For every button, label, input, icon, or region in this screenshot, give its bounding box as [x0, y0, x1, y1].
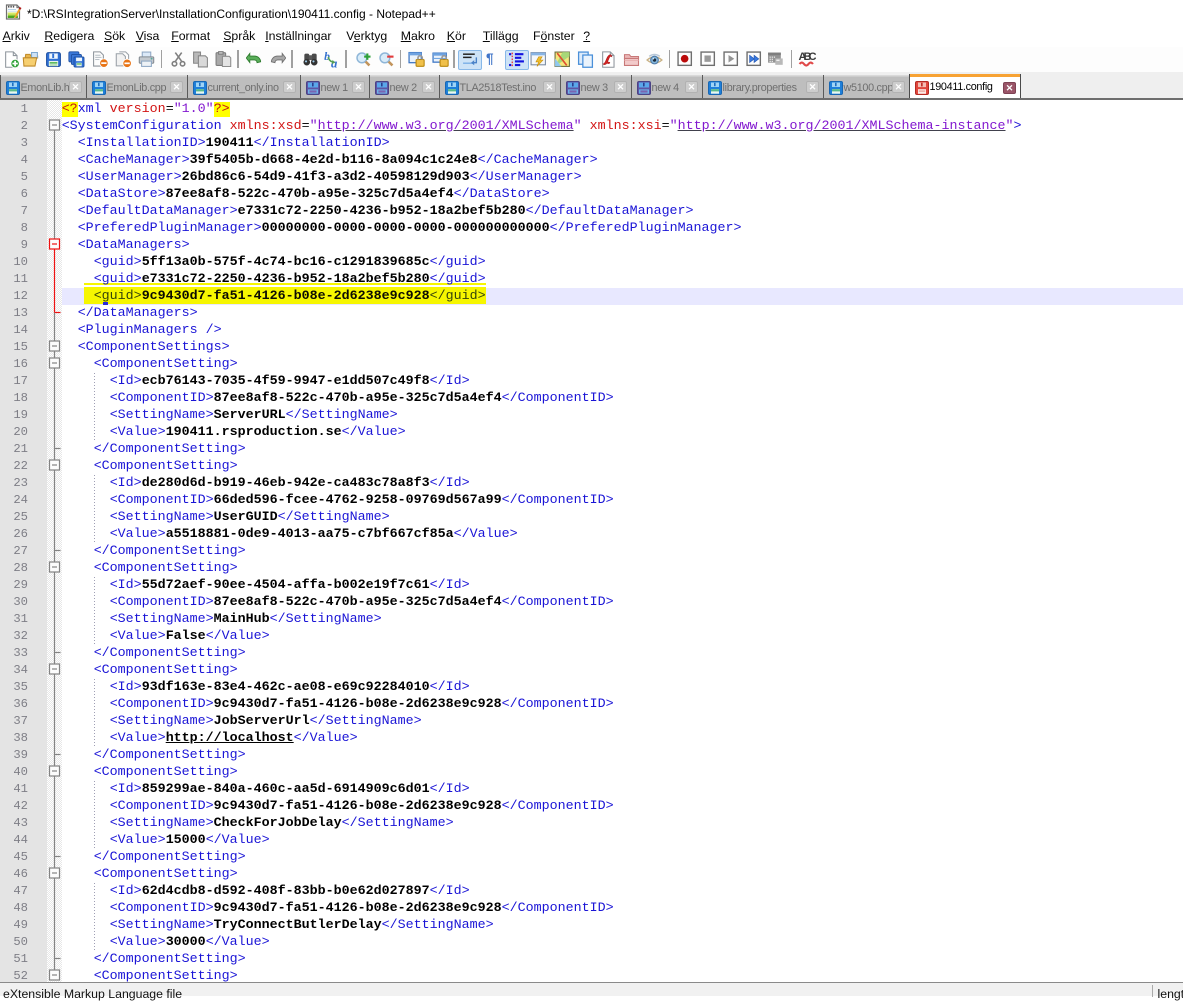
svg-text:¶: ¶ [486, 51, 494, 66]
svg-text:b: b [324, 51, 330, 63]
svg-text:ABC: ABC [799, 51, 817, 63]
